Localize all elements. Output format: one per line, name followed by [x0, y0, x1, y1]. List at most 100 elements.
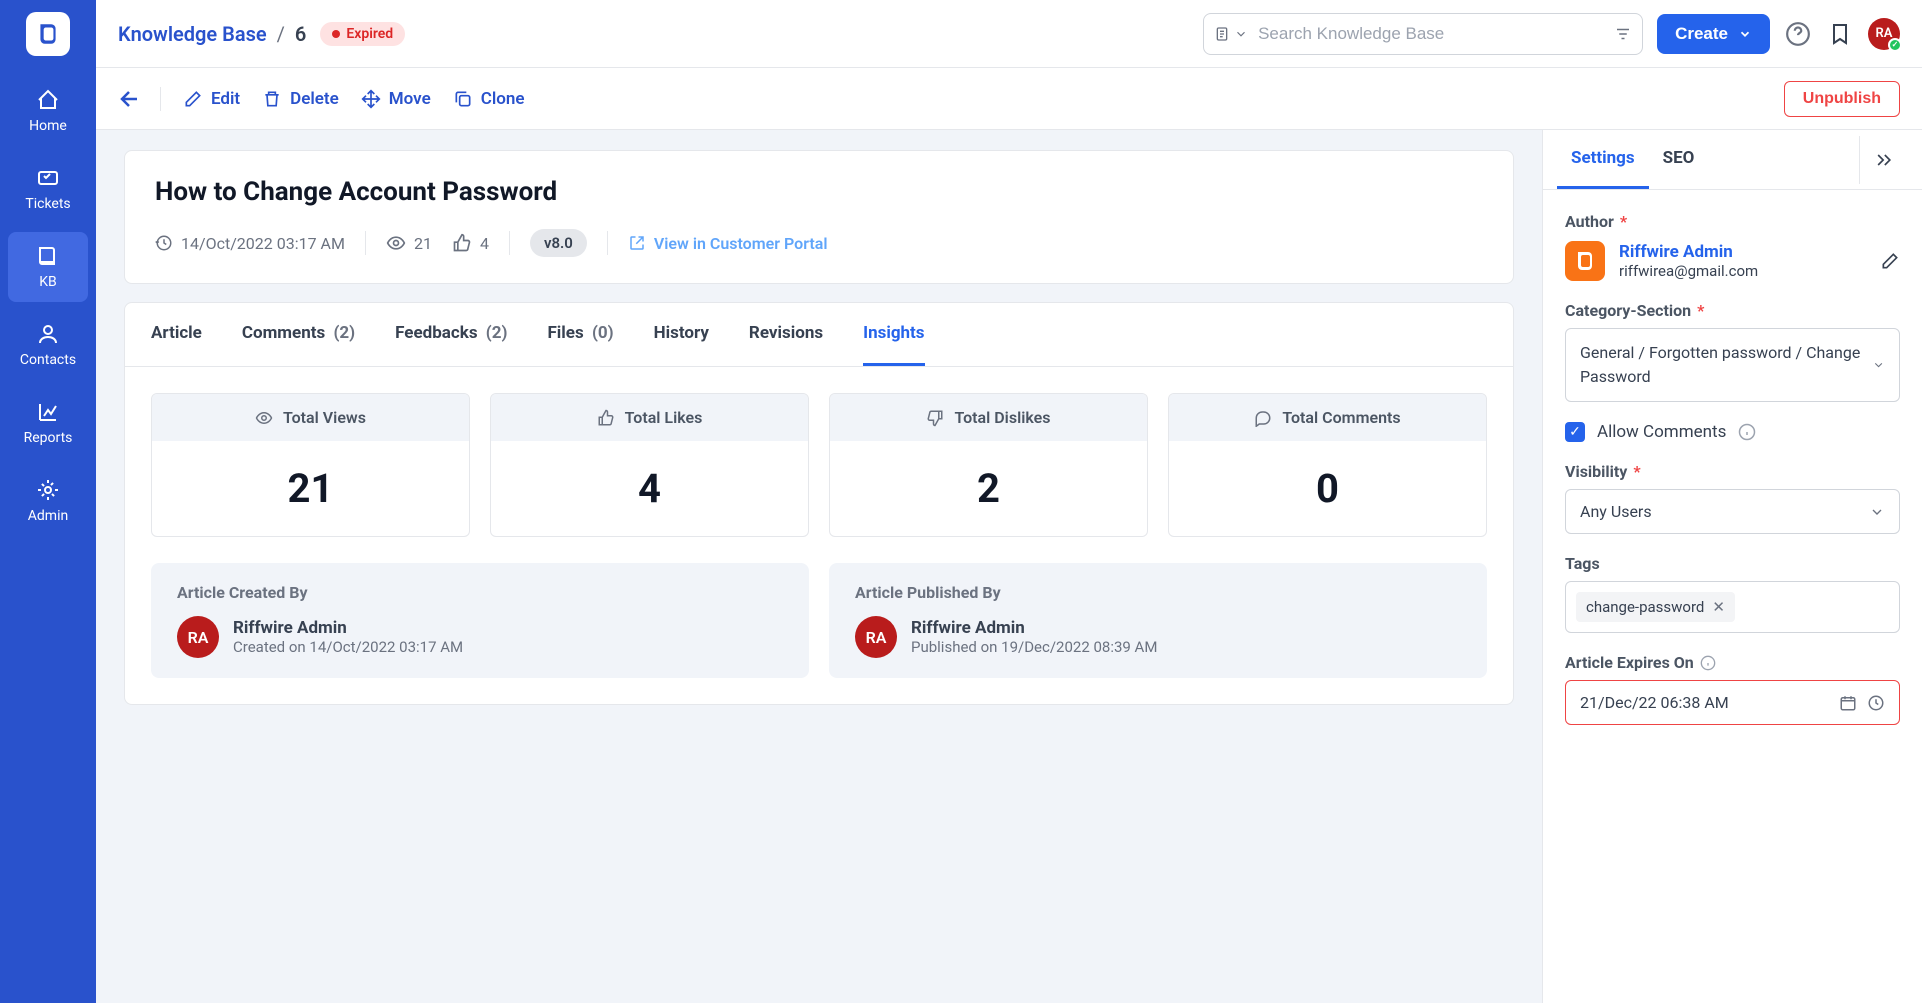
tag-chip: change-password ✕	[1576, 592, 1735, 622]
nav-contacts[interactable]: Contacts	[8, 310, 88, 380]
article-header: How to Change Account Password 14/Oct/20…	[124, 150, 1514, 284]
edit-author-icon[interactable]	[1880, 251, 1900, 271]
tags-input[interactable]: change-password ✕	[1565, 581, 1900, 633]
comment-icon	[1254, 409, 1272, 427]
author-avatar-icon	[1565, 241, 1605, 281]
user-avatar[interactable]: RA	[1868, 18, 1900, 50]
created-name: Riffwire Admin	[233, 618, 463, 638]
filter-icon[interactable]	[1614, 25, 1632, 43]
unpublish-button[interactable]: Unpublish	[1784, 81, 1900, 117]
tab-insights[interactable]: Insights	[863, 303, 924, 366]
published-name: Riffwire Admin	[911, 618, 1157, 638]
published-sub: Published on 19/Dec/2022 08:39 AM	[911, 638, 1157, 656]
clone-label: Clone	[481, 89, 525, 109]
tag-remove-icon[interactable]: ✕	[1712, 598, 1725, 616]
avatar: RA	[177, 616, 219, 658]
created-heading: Article Created By	[177, 583, 783, 602]
avatar: RA	[855, 616, 897, 658]
help-icon[interactable]	[1784, 20, 1812, 48]
tab-feedbacks[interactable]: Feedbacks (2)	[395, 303, 507, 366]
document-icon	[1214, 26, 1230, 42]
category-value: General / Forgotten password / Change Pa…	[1580, 341, 1872, 389]
copy-icon	[453, 89, 473, 109]
back-button[interactable]	[118, 87, 161, 111]
created-by-card: Article Created By RA Riffwire Admin Cre…	[151, 563, 809, 678]
nav-home[interactable]: Home	[8, 76, 88, 146]
chart-icon	[36, 400, 60, 424]
pencil-icon	[183, 89, 203, 109]
nav-contacts-label: Contacts	[20, 352, 76, 368]
search-scope-dropdown[interactable]	[1214, 26, 1248, 42]
search-input[interactable]	[1258, 24, 1604, 44]
sidebar-nav: Home Tickets KB Contacts Reports Admin	[0, 0, 96, 1003]
stat-likes-value: 4	[491, 441, 808, 536]
bookmark-icon[interactable]	[1826, 20, 1854, 48]
stat-views-value: 21	[152, 441, 469, 536]
checkbox-checked-icon: ✓	[1565, 422, 1585, 442]
nav-admin[interactable]: Admin	[8, 466, 88, 536]
topbar: Knowledge Base / 6 Expired Creat	[96, 0, 1922, 68]
status-badge: Expired	[320, 22, 405, 46]
app-logo[interactable]	[26, 12, 70, 56]
tab-comments[interactable]: Comments (2)	[242, 303, 355, 366]
article-likes: 4	[452, 233, 489, 253]
stat-comments-value: 0	[1169, 441, 1486, 536]
nav-reports[interactable]: Reports	[8, 388, 88, 458]
visibility-select[interactable]: Any Users	[1565, 489, 1900, 534]
delete-button[interactable]: Delete	[262, 89, 339, 109]
panel-tab-seo[interactable]: SEO	[1649, 130, 1709, 189]
nav-tickets[interactable]: Tickets	[8, 154, 88, 224]
clock-icon[interactable]	[1867, 694, 1885, 712]
published-by-card: Article Published By RA Riffwire Admin P…	[829, 563, 1487, 678]
move-button[interactable]: Move	[361, 89, 431, 109]
created-sub: Created on 14/Oct/2022 03:17 AM	[233, 638, 463, 656]
category-label: Category-Section *	[1565, 301, 1900, 320]
status-text: Expired	[346, 26, 393, 42]
create-button-label: Create	[1675, 24, 1728, 44]
category-select[interactable]: General / Forgotten password / Change Pa…	[1565, 328, 1900, 402]
calendar-icon[interactable]	[1839, 694, 1857, 712]
allow-comments-label: Allow Comments	[1597, 422, 1726, 442]
tab-files[interactable]: Files (0)	[547, 303, 613, 366]
create-button[interactable]: Create	[1657, 14, 1770, 54]
article-date: 14/Oct/2022 03:17 AM	[155, 234, 345, 253]
panel-author-email: riffwirea@gmail.com	[1619, 262, 1758, 280]
nav-home-label: Home	[29, 118, 67, 134]
stat-views: Total Views 21	[151, 393, 470, 537]
nav-kb-label: KB	[39, 274, 57, 290]
panel-author-name: Riffwire Admin	[1619, 242, 1758, 262]
breadcrumb-kb-link[interactable]: Knowledge Base	[118, 22, 267, 46]
edit-button[interactable]: Edit	[183, 89, 240, 109]
eye-icon	[386, 233, 406, 253]
thumbs-down-icon	[926, 409, 944, 427]
thumbs-up-icon	[597, 409, 615, 427]
view-portal-link[interactable]: View in Customer Portal	[628, 234, 828, 253]
chevron-down-icon	[1234, 27, 1248, 41]
expires-date-input[interactable]: 21/Dec/22 06:38 AM	[1565, 680, 1900, 725]
tab-revisions[interactable]: Revisions	[749, 303, 823, 366]
eye-icon	[255, 409, 273, 427]
article-title: How to Change Account Password	[155, 177, 1483, 207]
tag-text: change-password	[1586, 598, 1704, 616]
status-dot-icon	[332, 30, 340, 38]
home-icon	[36, 88, 60, 112]
stat-dislikes-value: 2	[830, 441, 1147, 536]
tags-label: Tags	[1565, 554, 1900, 573]
article-views: 21	[386, 233, 432, 253]
article-views-value: 21	[414, 234, 432, 253]
tab-article[interactable]: Article	[151, 303, 202, 366]
author-label: Author *	[1565, 212, 1900, 231]
panel-tab-settings[interactable]: Settings	[1557, 130, 1649, 189]
panel-expand-icon[interactable]	[1859, 136, 1908, 184]
info-icon[interactable]	[1738, 423, 1756, 441]
info-icon[interactable]	[1700, 655, 1716, 671]
stat-dislikes: Total Dislikes 2	[829, 393, 1148, 537]
breadcrumb-separator: /	[277, 22, 285, 46]
search-container[interactable]	[1203, 13, 1643, 55]
nav-kb[interactable]: KB	[8, 232, 88, 302]
allow-comments-checkbox[interactable]: ✓ Allow Comments	[1565, 422, 1900, 442]
chevron-down-icon	[1738, 27, 1752, 41]
clone-button[interactable]: Clone	[453, 89, 525, 109]
tab-history[interactable]: History	[654, 303, 709, 366]
settings-panel: Settings SEO Author * R	[1542, 130, 1922, 1003]
